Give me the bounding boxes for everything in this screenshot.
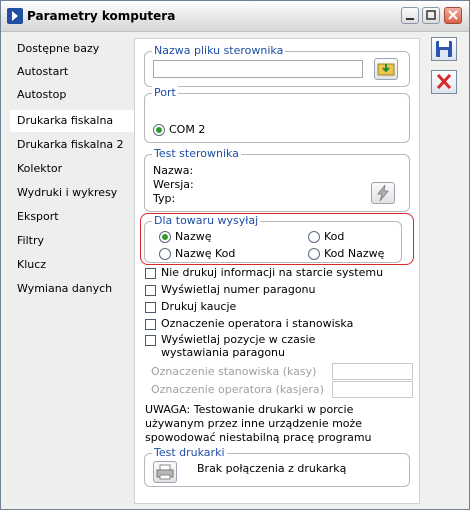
operator-mark-label: Oznaczenie operatora (kasjera) xyxy=(151,383,324,396)
highlight-box xyxy=(140,213,414,265)
browse-driver-button[interactable] xyxy=(374,58,398,80)
driver-version-label: Wersja: xyxy=(153,178,194,191)
operator-mark-input[interactable] xyxy=(332,381,413,398)
warning-line-2: używanym przez inne urządzenie może xyxy=(145,417,363,430)
folder-down-icon xyxy=(377,63,395,76)
dialog-window: Parametry komputera Dostępne bazy Autost… xyxy=(0,0,470,510)
operator-station-checkbox[interactable] xyxy=(145,319,156,330)
nav-item-autostart[interactable]: Autostart xyxy=(10,61,134,83)
app-icon xyxy=(7,8,23,24)
cancel-button[interactable] xyxy=(431,70,457,94)
title-bar: Parametry komputera xyxy=(1,1,469,32)
nav-item-printouts-charts[interactable]: Wydruki i wykresy xyxy=(10,182,134,204)
driver-file-legend: Nazwa pliku sterownika xyxy=(152,44,286,58)
printer-test-group: Test drukarki Brak połączenia z drukarką xyxy=(144,446,410,487)
window-title: Parametry komputera xyxy=(27,9,176,23)
maximize-button[interactable] xyxy=(422,7,440,24)
lightning-icon xyxy=(376,184,390,202)
close-button[interactable] xyxy=(444,7,462,24)
close-icon xyxy=(448,10,458,20)
test-driver-group: Test sterownika Nazwa: Wersja: Typ: xyxy=(144,147,410,212)
no-print-info-label: Nie drukuj informacji na starcie systemu xyxy=(161,266,384,279)
nav-item-data-exchange[interactable]: Wymiana danych xyxy=(10,278,134,300)
driver-file-input[interactable] xyxy=(153,60,363,78)
warning-line-1: UWAGA: Testowanie drukarki w porcie xyxy=(145,403,354,416)
nav-item-export[interactable]: Eksport xyxy=(10,206,134,228)
minimize-icon xyxy=(406,18,414,20)
nav-item-fiscal-printer[interactable]: Drukarka fiskalna xyxy=(10,110,134,132)
warning-line-3: spowodować niestabilną pracę programu xyxy=(145,431,372,444)
nav-item-collector[interactable]: Kolektor xyxy=(10,158,134,180)
print-deposits-label: Drukuj kaucje xyxy=(161,300,237,313)
test-printer-button[interactable] xyxy=(153,461,177,483)
print-deposits-checkbox[interactable] xyxy=(145,302,156,313)
show-receipt-number-checkbox[interactable] xyxy=(145,285,156,296)
minimize-button[interactable] xyxy=(401,7,419,24)
no-print-info-checkbox[interactable] xyxy=(145,268,156,279)
show-items-checkbox[interactable] xyxy=(145,335,156,346)
port-group: Port COM 2 xyxy=(144,86,410,143)
show-receipt-number-label: Wyświetlaj numer paragonu xyxy=(161,283,316,296)
maximize-icon xyxy=(426,10,436,20)
cancel-icon xyxy=(436,73,452,90)
nav-item-key[interactable]: Klucz xyxy=(10,254,134,276)
nav-item-fiscal-printer-2[interactable]: Drukarka fiskalna 2 xyxy=(10,134,134,156)
floppy-disk-icon xyxy=(436,41,452,57)
driver-name-label: Nazwa: xyxy=(153,164,194,177)
test-driver-button[interactable] xyxy=(371,182,395,204)
nav-item-autostop[interactable]: Autostop xyxy=(10,84,134,106)
driver-file-group: Nazwa pliku sterownika xyxy=(144,44,410,87)
driver-type-label: Typ: xyxy=(153,192,176,205)
printer-test-legend: Test drukarki xyxy=(152,446,227,460)
station-mark-label: Oznaczenie stanowiska (kasy) xyxy=(151,365,317,378)
nav-item-available-databases[interactable]: Dostępne bazy xyxy=(10,38,134,60)
printer-icon xyxy=(156,464,174,480)
show-items-label-line1: Wyświetlaj pozycje w czasie xyxy=(161,333,316,346)
port-radio[interactable] xyxy=(153,124,165,136)
show-items-label-line2: wystawiania paragonu xyxy=(161,346,285,359)
port-legend: Port xyxy=(152,86,178,100)
port-label: COM 2 xyxy=(169,123,206,136)
settings-nav: Dostępne bazy Autostart Autostop Drukark… xyxy=(10,38,134,504)
test-driver-legend: Test sterownika xyxy=(152,147,241,161)
settings-panel: Nazwa pliku sterownika Port COM 2 Test s… xyxy=(134,38,420,504)
printer-status: Brak połączenia z drukarką xyxy=(197,462,347,475)
station-mark-input[interactable] xyxy=(332,363,413,380)
nav-item-filters[interactable]: Filtry xyxy=(10,230,134,252)
operator-station-label: Oznaczenie operatora i stanowiska xyxy=(161,317,354,330)
save-button[interactable] xyxy=(431,37,457,61)
